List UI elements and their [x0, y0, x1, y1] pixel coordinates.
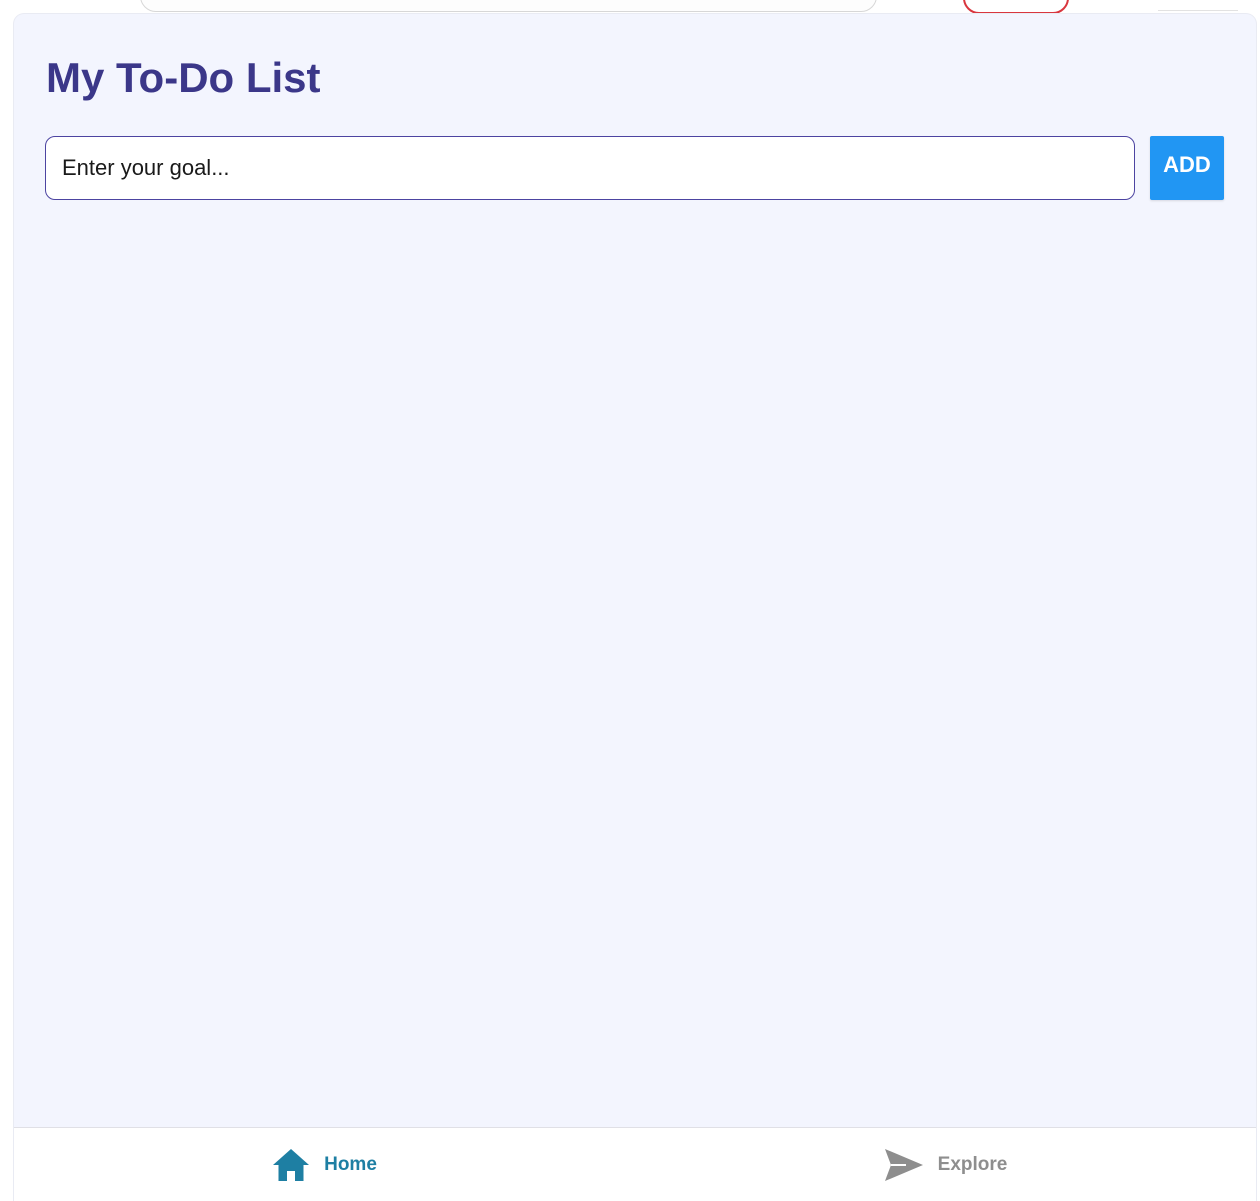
page-title: My To-Do List: [46, 54, 321, 101]
background-app-strip: [0, 0, 1260, 14]
goal-input[interactable]: [45, 136, 1135, 200]
todo-app: My To-Do List ADD Home Explore: [14, 14, 1256, 1201]
bottom-nav: Home Explore: [14, 1127, 1256, 1201]
nav-item-home[interactable]: Home: [14, 1128, 635, 1201]
send-icon: [884, 1148, 924, 1182]
home-icon: [272, 1148, 310, 1182]
background-search-bar: [140, 0, 877, 12]
nav-label-explore: Explore: [937, 1154, 1008, 1175]
add-button[interactable]: ADD: [1150, 136, 1224, 200]
nav-label-home: Home: [324, 1154, 377, 1175]
nav-item-explore[interactable]: Explore: [635, 1128, 1256, 1201]
background-right-element: [1158, 0, 1238, 11]
background-red-button: [963, 0, 1069, 14]
